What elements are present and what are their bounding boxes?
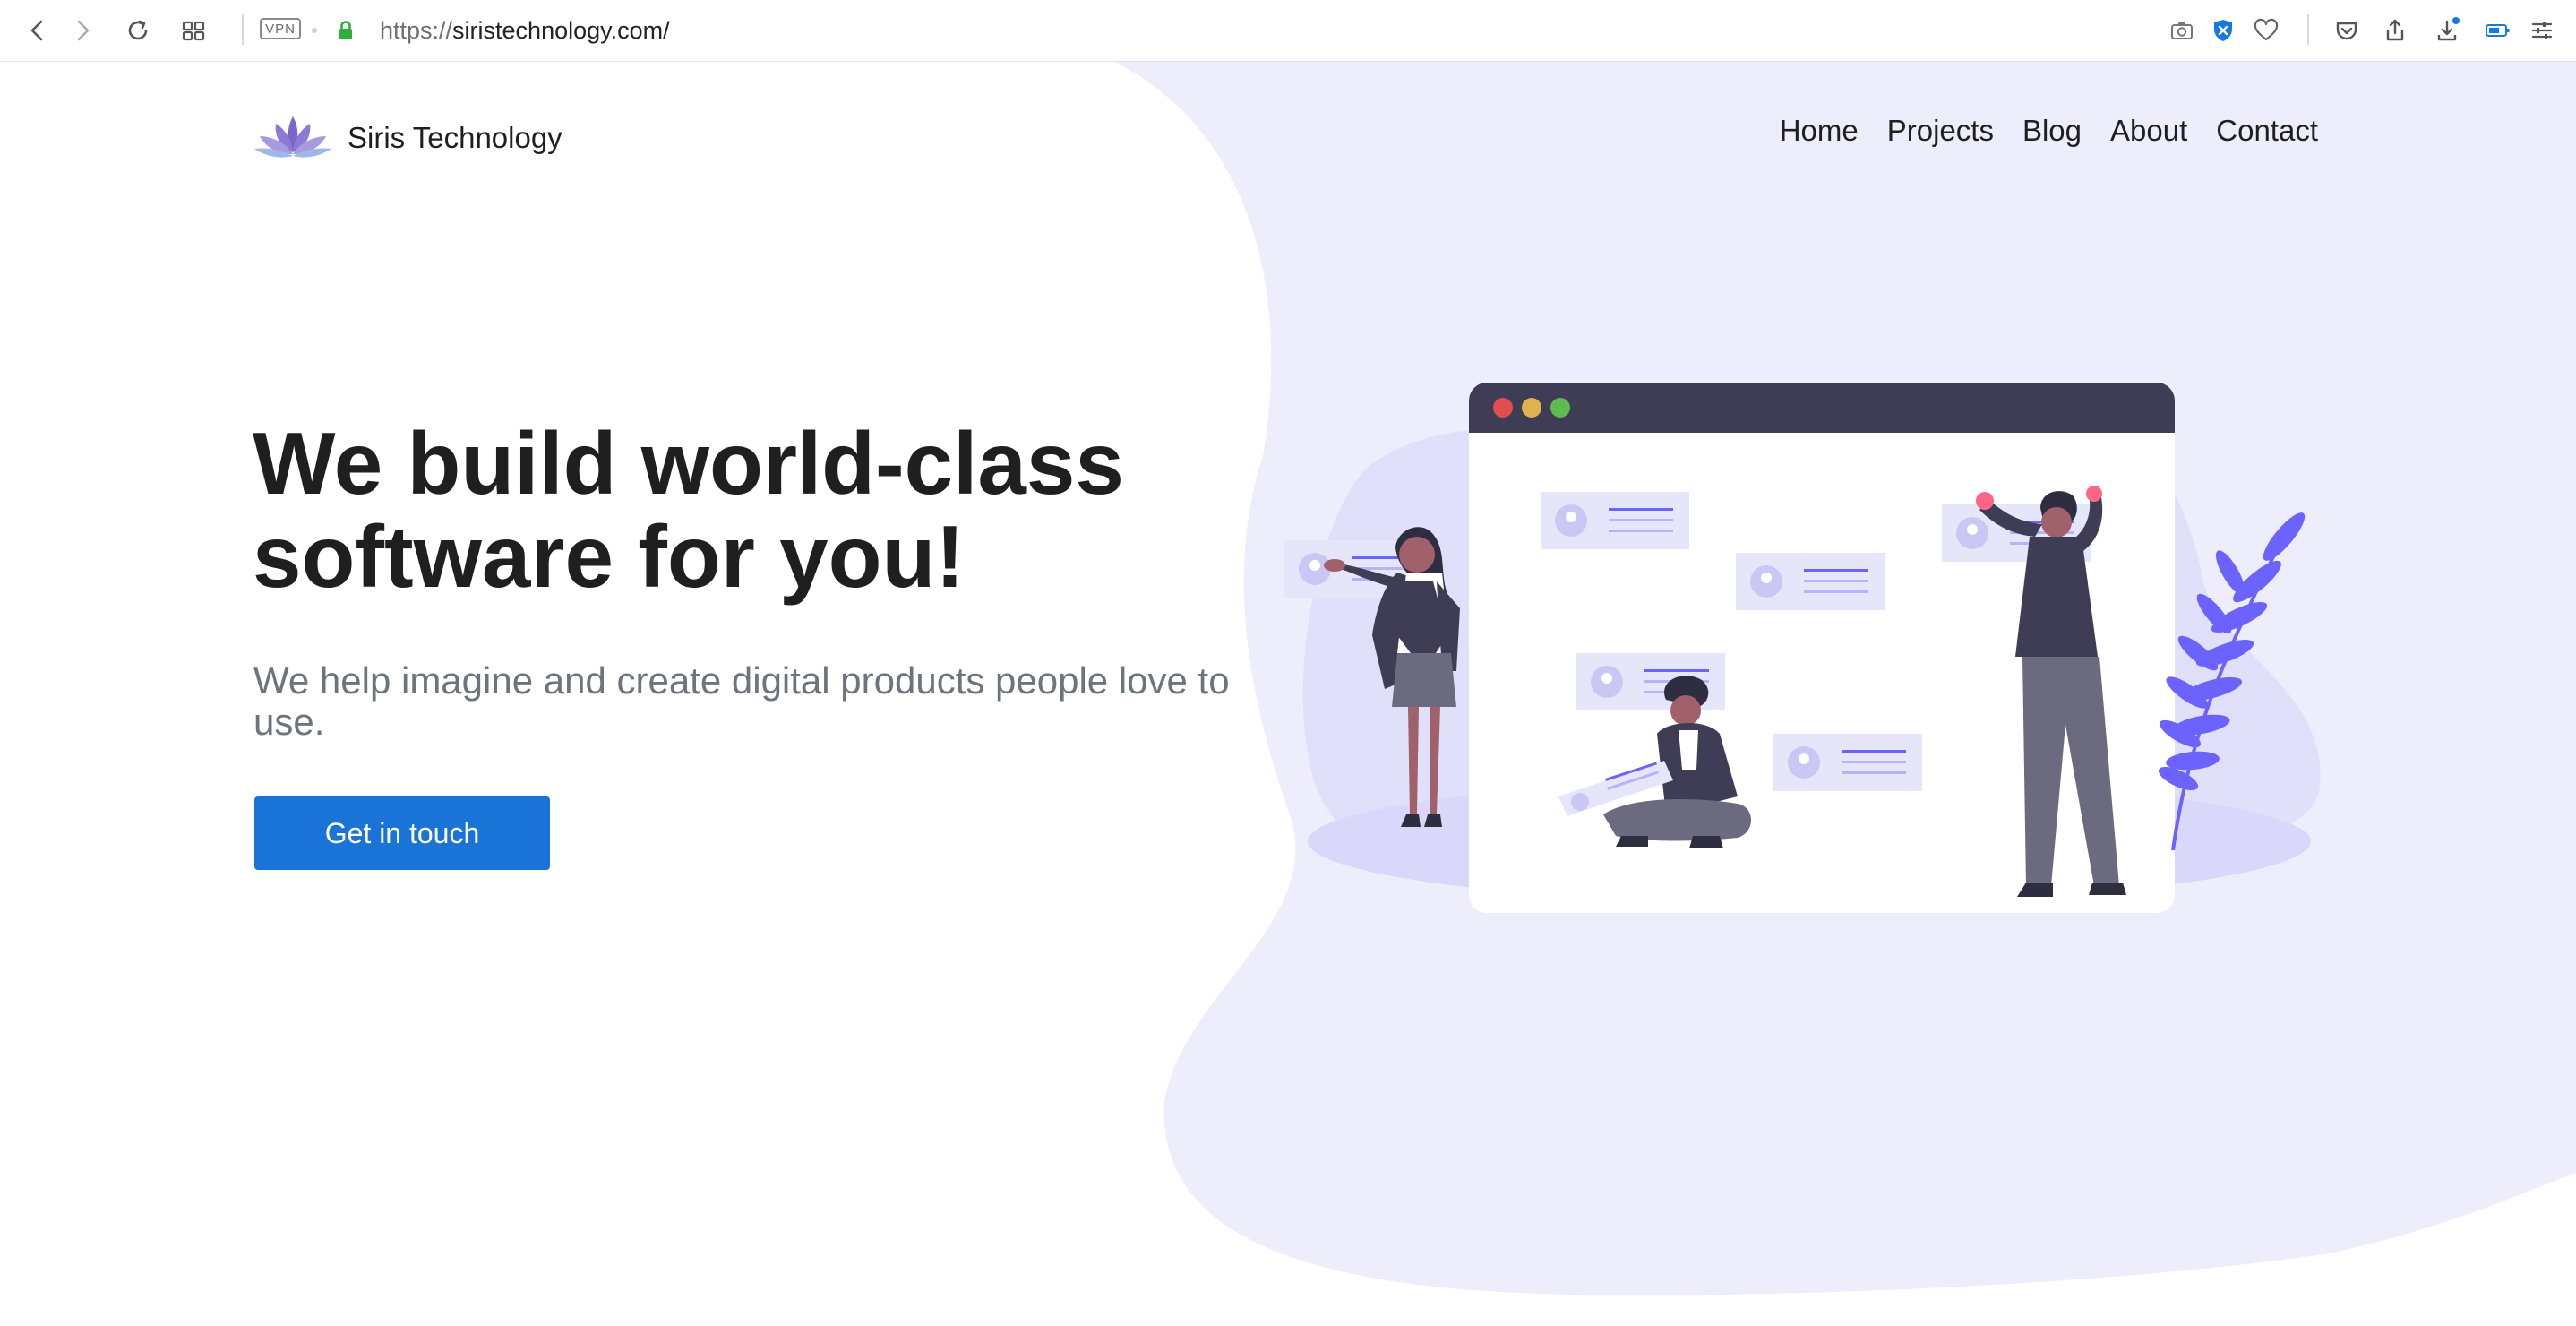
window-dot-red [1493, 398, 1513, 418]
profile-card [1541, 492, 1689, 549]
tabs-grid-icon[interactable] [176, 13, 211, 48]
toolbar-divider [242, 14, 244, 45]
nav-contact[interactable]: Contact [2216, 114, 2318, 148]
nav-projects[interactable]: Projects [1887, 114, 1994, 148]
pocket-icon[interactable] [2329, 13, 2365, 48]
url-host: siristechnology.com/ [452, 17, 670, 44]
status-dot [312, 28, 317, 33]
web-page: Siris Technology Home Projects Blog Abou… [0, 62, 2576, 1326]
team-illustration [1284, 383, 2321, 913]
nav-blog[interactable]: Blog [2022, 114, 2082, 148]
nav-home[interactable]: Home [1780, 114, 1859, 148]
address-bar[interactable]: https://siristechnology.com/ [380, 14, 670, 47]
profile-card [1736, 553, 1885, 610]
hero-title-line1: We build world-class [253, 414, 1124, 512]
lotus-logo-icon [254, 116, 331, 158]
profile-card [1773, 734, 1922, 791]
window-titlebar [1469, 383, 2175, 433]
reload-icon[interactable] [120, 13, 156, 48]
shield-icon[interactable] [2205, 13, 2241, 48]
download-icon[interactable] [2429, 13, 2465, 48]
nav-about[interactable]: About [2110, 114, 2187, 148]
url-protocol: https:// [380, 17, 453, 44]
brand[interactable]: Siris Technology [253, 107, 562, 169]
window-dot-green [1550, 398, 1570, 418]
back-icon[interactable] [20, 13, 56, 48]
brand-name: Siris Technology [348, 121, 562, 154]
get-in-touch-button[interactable]: Get in touch [254, 796, 550, 870]
share-icon[interactable] [2377, 13, 2413, 48]
toolbar-divider-right [2307, 14, 2309, 45]
vpn-badge[interactable]: VPN [260, 18, 301, 39]
window-dot-yellow [1522, 398, 1541, 418]
heart-icon[interactable] [2248, 13, 2284, 48]
hero-title-line2: software for you! [253, 507, 965, 606]
battery-icon[interactable] [2479, 13, 2515, 48]
browser-toolbar: VPN https://siristechnology.com/ [0, 0, 2576, 62]
hero-title: We build world-class software for you! [253, 417, 1238, 603]
settings-sliders-icon[interactable] [2524, 13, 2560, 48]
main-nav: Home Projects Blog About Contact [1780, 114, 2318, 148]
forward-icon[interactable] [64, 13, 100, 48]
camera-icon[interactable] [2164, 13, 2200, 48]
hero-subtitle: We help imagine and create digital produ… [253, 659, 1230, 743]
lock-icon[interactable] [328, 13, 364, 48]
